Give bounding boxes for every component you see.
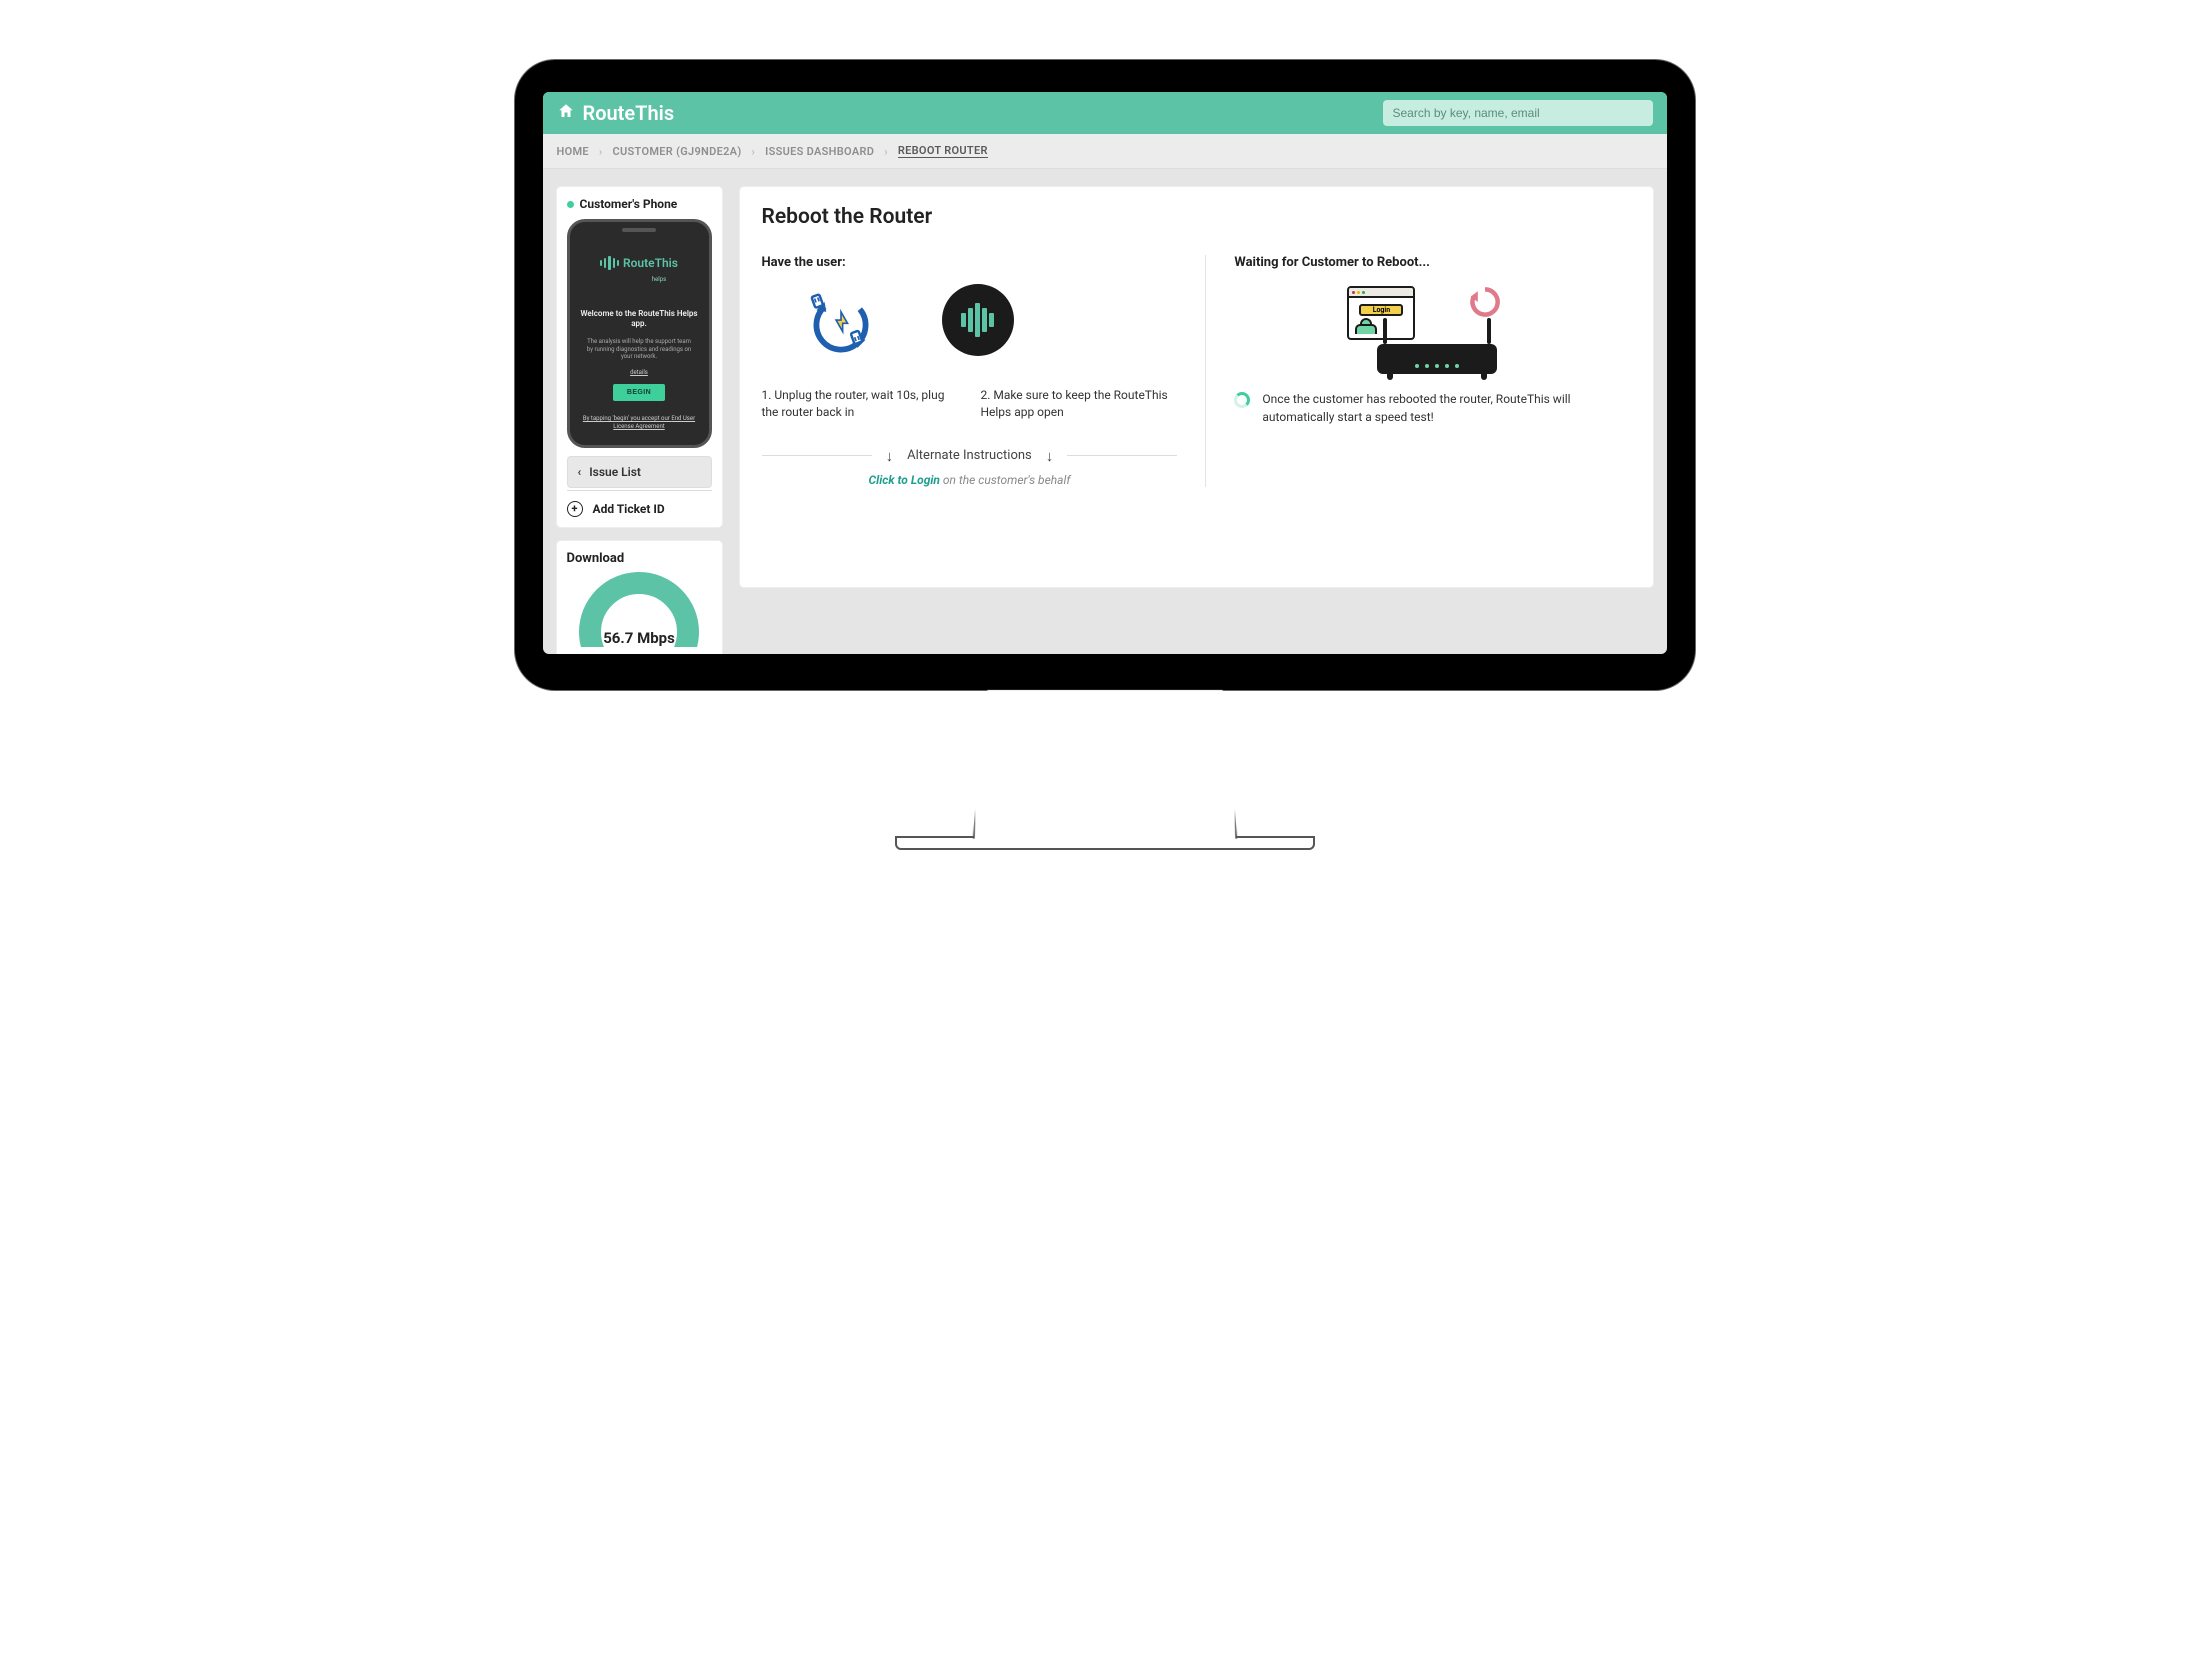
content-body: Customer's Phone RouteThis helps <box>543 169 1667 654</box>
login-window-icon: Login <box>1347 286 1415 340</box>
alternate-instructions-divider: ↓ Alternate Instructions ↓ <box>762 447 1178 465</box>
waiting-column: Waiting for Customer to Reboot... Login <box>1205 255 1630 487</box>
phone-details-link[interactable]: details <box>630 369 648 376</box>
sidebar: Customer's Phone RouteThis helps <box>557 187 722 654</box>
monitor-stand-neck <box>972 690 1237 839</box>
crumb-reboot-router[interactable]: REBOOT ROUTER <box>898 144 988 158</box>
step-icons-row <box>762 284 1178 369</box>
monitor-bezel: RouteThis HOME › CUSTOMER (GJ9NDE2A) › I… <box>515 60 1695 690</box>
chevron-right-icon: › <box>884 145 888 158</box>
monitor-screen: RouteThis HOME › CUSTOMER (GJ9NDE2A) › I… <box>543 92 1667 654</box>
page-title: Reboot the Router <box>762 205 1631 229</box>
add-ticket-label: Add Ticket ID <box>593 502 665 516</box>
phone-begin-button[interactable]: BEGIN <box>613 384 665 401</box>
login-chip: Login <box>1359 304 1403 316</box>
arrow-down-icon: ↓ <box>886 447 894 465</box>
phone-eula-text: By tapping 'begin' you accept our End Us… <box>580 415 699 431</box>
issue-list-button[interactable]: ‹ Issue List <box>567 456 712 488</box>
customer-phone-title-text: Customer's Phone <box>580 197 678 211</box>
two-column-layout: Have the user: <box>762 255 1631 487</box>
click-to-login-link[interactable]: Click to Login <box>869 473 940 487</box>
steps-text-row: 1. Unplug the router, wait 10s, plug the… <box>762 387 1178 421</box>
waiting-heading: Waiting for Customer to Reboot... <box>1234 255 1630 270</box>
waiting-note-text: Once the customer has rebooted the route… <box>1262 390 1630 426</box>
download-value: 56.7 Mbps <box>579 629 699 647</box>
chevron-left-icon: ‹ <box>578 465 582 479</box>
phone-logo: RouteThis <box>600 256 678 270</box>
brand-text: RouteThis <box>583 101 675 125</box>
monitor-frame: RouteThis HOME › CUSTOMER (GJ9NDE2A) › I… <box>515 60 1695 850</box>
phone-welcome-text: Welcome to the RouteThis Helps app. <box>580 309 699 330</box>
breadcrumb: HOME › CUSTOMER (GJ9NDE2A) › ISSUES DASH… <box>543 134 1667 169</box>
crumb-issues-dashboard[interactable]: ISSUES DASHBOARD <box>765 145 874 158</box>
plus-icon: + <box>567 501 583 517</box>
spinner-icon <box>1234 392 1250 408</box>
routethis-app-icon <box>942 284 1014 356</box>
phone-desc-text: The analysis will help the support team … <box>580 338 699 361</box>
home-icon <box>557 102 575 124</box>
phone-eula-prefix: By tapping 'begin' you accept our <box>583 415 671 422</box>
waiting-note: Once the customer has rebooted the route… <box>1234 390 1630 426</box>
topbar: RouteThis <box>543 92 1667 134</box>
app-root: RouteThis HOME › CUSTOMER (GJ9NDE2A) › I… <box>543 92 1667 654</box>
routethis-bars-icon <box>600 256 619 270</box>
power-cycle-icon <box>800 284 882 369</box>
have-user-heading: Have the user: <box>762 255 1178 270</box>
issue-list-label: Issue List <box>589 465 641 479</box>
add-ticket-button[interactable]: + Add Ticket ID <box>567 490 712 517</box>
crumb-customer[interactable]: CUSTOMER (GJ9NDE2A) <box>613 145 742 158</box>
download-title: Download <box>567 551 712 566</box>
routethis-bars-icon <box>961 303 994 337</box>
phone-logo-text: RouteThis <box>623 256 678 270</box>
click-to-login-rest: on the customer's behalf <box>940 473 1070 487</box>
download-gauge: 56.7 Mbps <box>579 572 699 647</box>
phone-logo-sub: helps <box>652 276 666 283</box>
crumb-home[interactable]: HOME <box>557 145 589 158</box>
instructions-column: Have the user: <box>762 255 1206 487</box>
arrow-down-icon: ↓ <box>1046 447 1054 465</box>
main-panel: Reboot the Router Have the user: <box>740 187 1653 587</box>
status-online-icon <box>567 201 574 208</box>
alternate-instructions-label: Alternate Instructions <box>907 448 1032 463</box>
router-illustration: Login <box>1347 284 1517 374</box>
refresh-icon <box>1467 284 1503 320</box>
search-input[interactable] <box>1383 100 1653 126</box>
router-icon <box>1377 344 1497 374</box>
customer-phone-card: Customer's Phone RouteThis helps <box>557 187 722 527</box>
click-to-login-line: Click to Login on the customer's behalf <box>762 473 1178 487</box>
step-2-text: 2. Make sure to keep the RouteThis Helps… <box>980 387 1177 421</box>
customer-phone-title: Customer's Phone <box>567 197 712 211</box>
phone-preview: RouteThis helps Welcome to the RouteThis… <box>567 219 712 448</box>
download-card: Download 56.7 Mbps <box>557 541 722 654</box>
step-1-text: 1. Unplug the router, wait 10s, plug the… <box>762 387 959 421</box>
chevron-right-icon: › <box>751 145 755 158</box>
chevron-right-icon: › <box>599 145 603 158</box>
brand[interactable]: RouteThis <box>557 101 675 125</box>
